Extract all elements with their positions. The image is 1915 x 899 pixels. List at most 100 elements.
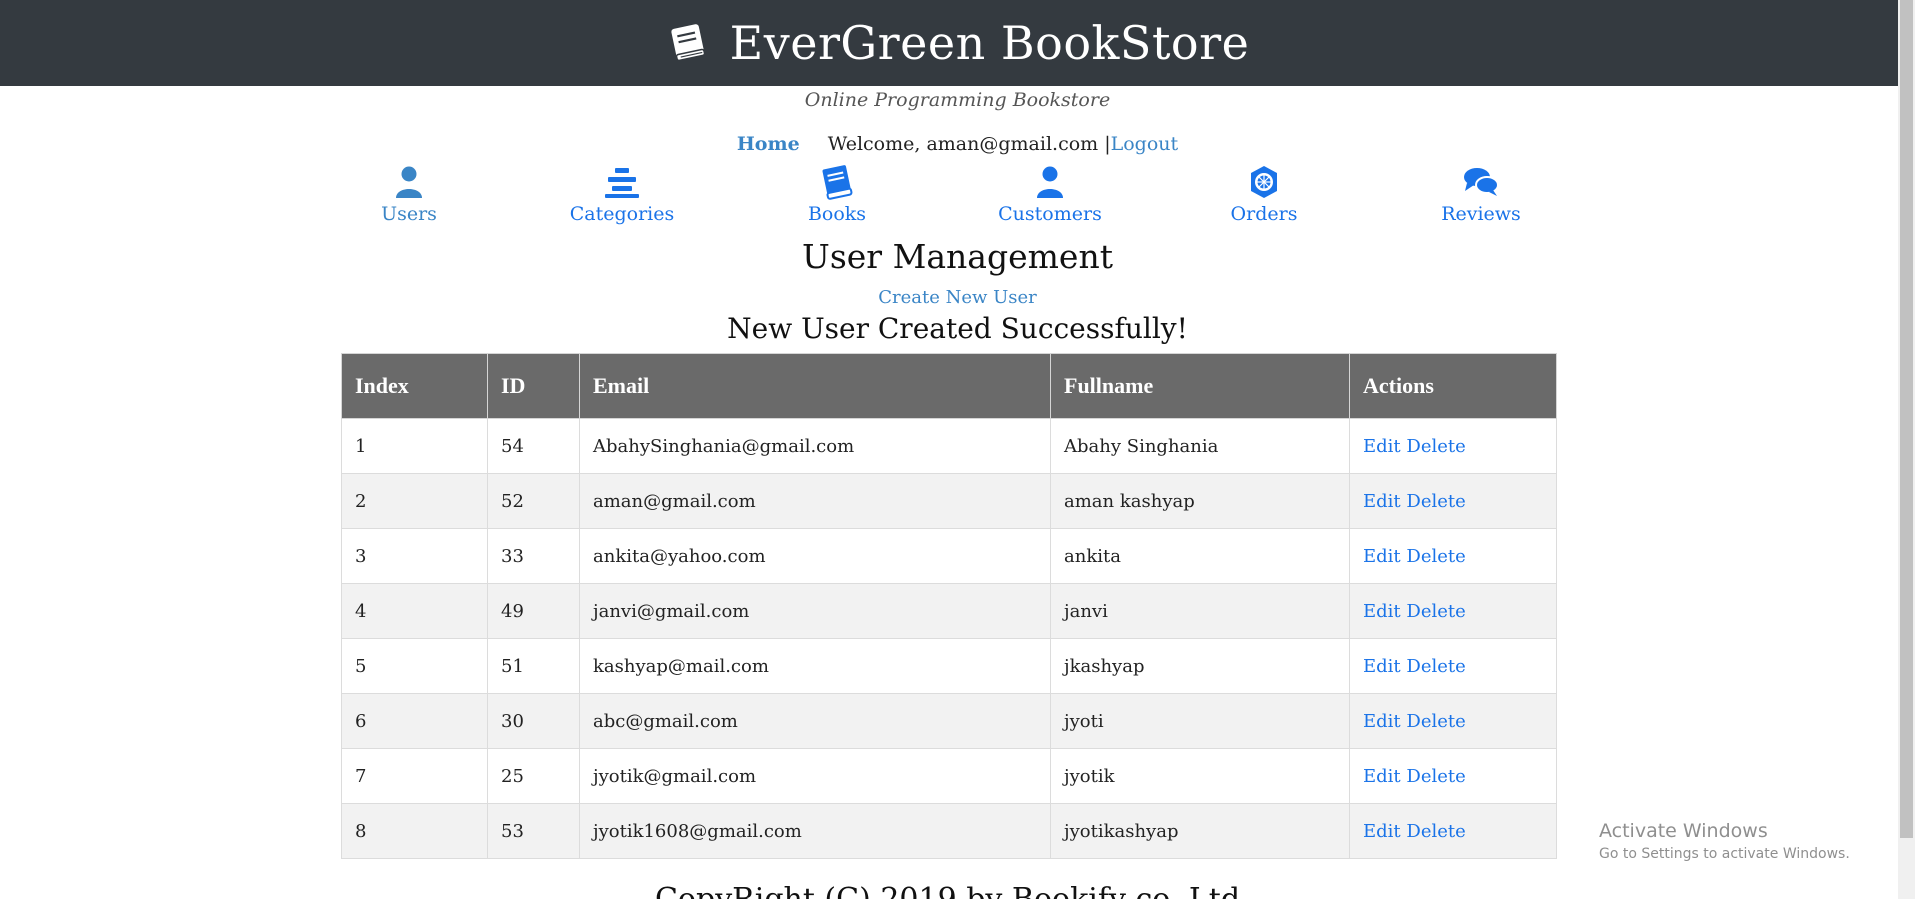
cell-index: 4 — [341, 583, 488, 639]
site-header: EverGreen BookStore — [0, 0, 1915, 86]
cell-fullname: jyotik — [1050, 748, 1350, 804]
cell-actions: Edit Delete — [1349, 693, 1557, 749]
delete-link[interactable]: Delete — [1406, 436, 1465, 457]
table-row: 2 52 aman@gmail.com aman kashyap Edit De… — [341, 473, 1557, 529]
nav-reviews[interactable]: Reviews — [1401, 164, 1561, 225]
create-user-row: Create New User — [0, 286, 1915, 310]
cell-id: 30 — [487, 693, 580, 749]
cell-email: AbahySinghania@gmail.com — [579, 418, 1051, 474]
cell-fullname: jyotikashyap — [1050, 803, 1350, 859]
header-email: Email — [579, 353, 1051, 419]
categories-icon — [605, 168, 639, 198]
create-user-link[interactable]: Create New User — [878, 287, 1037, 308]
cell-email: aman@gmail.com — [579, 473, 1051, 529]
cell-id: 49 — [487, 583, 580, 639]
vertical-scrollbar[interactable] — [1898, 0, 1915, 899]
cell-actions: Edit Delete — [1349, 748, 1557, 804]
nav-books[interactable]: Books — [757, 164, 917, 225]
nav-users-label: Users — [381, 203, 437, 225]
header-actions: Actions — [1349, 353, 1557, 419]
table-row: 5 51 kashyap@mail.com jkashyap Edit Dele… — [341, 638, 1557, 694]
users-table: Index ID Email Fullname Actions 1 54 Aba… — [341, 353, 1557, 859]
edit-link[interactable]: Edit — [1363, 491, 1401, 512]
edit-link[interactable]: Edit — [1363, 436, 1401, 457]
scrollbar-thumb[interactable] — [1900, 0, 1913, 838]
user-icon — [396, 166, 422, 198]
cell-actions: Edit Delete — [1349, 528, 1557, 584]
delete-link[interactable]: Delete — [1406, 491, 1465, 512]
cell-id: 25 — [487, 748, 580, 804]
cell-index: 2 — [341, 473, 488, 529]
nav-orders[interactable]: Orders — [1184, 164, 1344, 225]
cell-index: 1 — [341, 418, 488, 474]
site-title: EverGreen BookStore — [729, 16, 1250, 70]
cell-actions: Edit Delete — [1349, 638, 1557, 694]
cell-actions: Edit Delete — [1349, 418, 1557, 474]
activate-windows-watermark: Activate Windows Go to Settings to activ… — [1599, 818, 1850, 864]
cell-id: 54 — [487, 418, 580, 474]
delete-link[interactable]: Delete — [1406, 821, 1465, 842]
edit-link[interactable]: Edit — [1363, 601, 1401, 622]
watermark-title: Activate Windows — [1599, 820, 1768, 842]
site-subtitle: Online Programming Bookstore — [804, 89, 1111, 111]
cell-id: 53 — [487, 803, 580, 859]
user-bar: Home Welcome, aman@gmail.com |Logout — [0, 130, 1915, 158]
cell-index: 8 — [341, 803, 488, 859]
cell-email: kashyap@mail.com — [579, 638, 1051, 694]
edit-link[interactable]: Edit — [1363, 546, 1401, 567]
comments-icon — [1464, 168, 1499, 196]
orders-icon — [1251, 166, 1277, 198]
cell-index: 6 — [341, 693, 488, 749]
cell-fullname: Abahy Singhania — [1050, 418, 1350, 474]
table-row: 6 30 abc@gmail.com jyoti Edit Delete — [341, 693, 1557, 749]
cell-fullname: janvi — [1050, 583, 1350, 639]
table-row: 4 49 janvi@gmail.com janvi Edit Delete — [341, 583, 1557, 639]
edit-link[interactable]: Edit — [1363, 766, 1401, 787]
logout-link[interactable]: Logout — [1111, 133, 1179, 155]
delete-link[interactable]: Delete — [1406, 711, 1465, 732]
header-id: ID — [487, 353, 580, 419]
page: EverGreen BookStore Online Programming B… — [0, 0, 1915, 899]
watermark-subtitle: Go to Settings to activate Windows. — [1599, 846, 1850, 862]
cell-actions: Edit Delete — [1349, 583, 1557, 639]
page-title: User Management — [802, 237, 1113, 276]
cell-id: 52 — [487, 473, 580, 529]
cell-email: jyotik1608@gmail.com — [579, 803, 1051, 859]
table-header-row: Index ID Email Fullname Actions — [341, 353, 1557, 419]
nav-reviews-label: Reviews — [1441, 203, 1521, 225]
cell-id: 33 — [487, 528, 580, 584]
edit-link[interactable]: Edit — [1363, 711, 1401, 732]
delete-link[interactable]: Delete — [1406, 656, 1465, 677]
cell-email: jyotik@gmail.com — [579, 748, 1051, 804]
nav-orders-label: Orders — [1230, 203, 1298, 225]
delete-link[interactable]: Delete — [1406, 601, 1465, 622]
header-index: Index — [341, 353, 488, 419]
cell-email: ankita@yahoo.com — [579, 528, 1051, 584]
nav-categories-label: Categories — [569, 203, 675, 225]
delete-link[interactable]: Delete — [1406, 546, 1465, 567]
cell-email: abc@gmail.com — [579, 693, 1051, 749]
footer-copyright: CopyRight (C) 2019 by Bookify co. Ltd — [0, 880, 1895, 899]
cell-index: 3 — [341, 528, 488, 584]
edit-link[interactable]: Edit — [1363, 821, 1401, 842]
nav-customers[interactable]: Customers — [970, 164, 1130, 225]
book-icon — [822, 165, 853, 200]
nav-users[interactable]: Users — [329, 164, 489, 225]
edit-link[interactable]: Edit — [1363, 656, 1401, 677]
header-fullname: Fullname — [1050, 353, 1350, 419]
table-row: 3 33 ankita@yahoo.com ankita Edit Delete — [341, 528, 1557, 584]
cell-id: 51 — [487, 638, 580, 694]
cell-index: 5 — [341, 638, 488, 694]
cell-actions: Edit Delete — [1349, 803, 1557, 859]
cell-fullname: aman kashyap — [1050, 473, 1350, 529]
nav-books-label: Books — [807, 203, 867, 225]
cell-index: 7 — [341, 748, 488, 804]
home-link[interactable]: Home — [737, 133, 800, 155]
cell-fullname: jkashyap — [1050, 638, 1350, 694]
delete-link[interactable]: Delete — [1406, 766, 1465, 787]
brand[interactable]: EverGreen BookStore — [666, 16, 1250, 70]
welcome-text: Welcome, aman@gmail.com | — [827, 133, 1111, 155]
table-row: 8 53 jyotik1608@gmail.com jyotikashyap E… — [341, 803, 1557, 859]
nav-categories[interactable]: Categories — [542, 164, 702, 225]
cell-fullname: ankita — [1050, 528, 1350, 584]
